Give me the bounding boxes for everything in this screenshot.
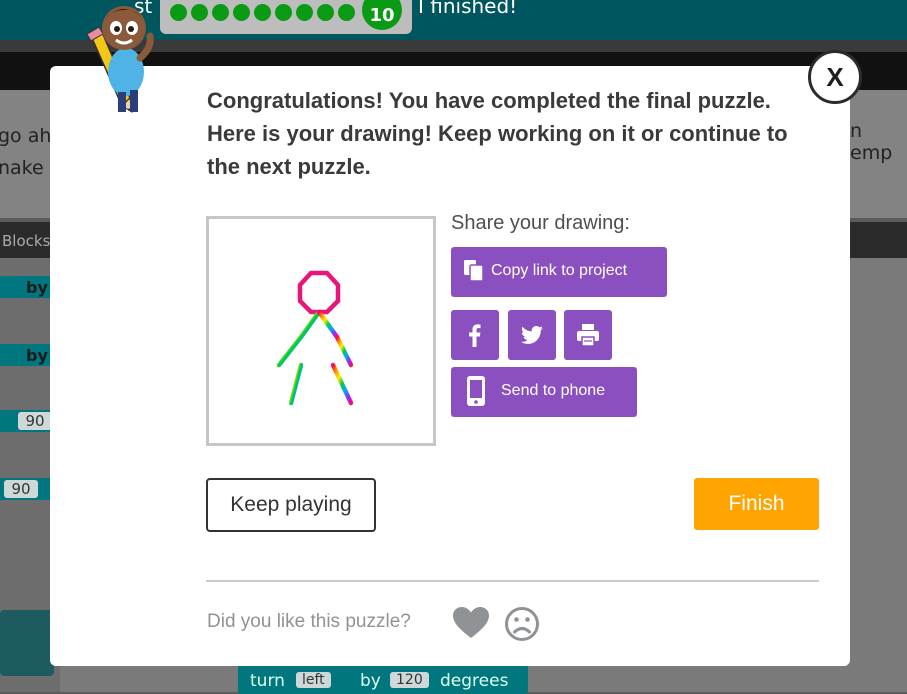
close-button[interactable]: X <box>808 50 862 104</box>
block-unit-label: degrees <box>440 671 509 691</box>
divider <box>206 580 819 582</box>
print-icon <box>577 324 599 347</box>
feedback-question: Did you like this puzzle? <box>207 611 411 632</box>
block-by-label: by <box>26 278 48 297</box>
block-turn-label: turn <box>250 671 285 691</box>
block-number[interactable]: 90 <box>18 412 52 430</box>
copy-link-button[interactable]: Copy link to project <box>451 247 667 297</box>
keep-playing-button[interactable]: Keep playing <box>206 478 376 532</box>
facebook-icon <box>469 324 481 347</box>
progress-dot[interactable] <box>338 4 355 21</box>
character-thumbnail <box>0 610 54 676</box>
finish-button[interactable]: Finish <box>694 478 819 530</box>
progress-dot[interactable] <box>233 4 250 21</box>
twitter-share-button[interactable] <box>508 310 556 360</box>
progress-dot[interactable] <box>212 4 229 21</box>
heart-icon[interactable] <box>452 606 490 640</box>
block-number[interactable]: 90 <box>4 480 38 498</box>
pencil-mascot-icon <box>86 6 154 113</box>
copy-icon <box>464 260 484 282</box>
phone-icon <box>467 376 485 406</box>
progress-dot[interactable] <box>296 4 313 21</box>
turn-block[interactable]: turn left by 120 degrees <box>238 664 528 694</box>
frown-icon[interactable] <box>504 606 540 642</box>
share-label: Share your drawing: <box>451 212 630 234</box>
degrees-input[interactable]: 120 <box>390 672 429 688</box>
send-to-phone-button[interactable]: Send to phone <box>451 367 637 417</box>
instructions-text-right: n emp <box>850 120 893 164</box>
direction-dropdown[interactable]: left <box>296 672 331 688</box>
finished-link[interactable]: I finished! <box>418 0 517 18</box>
progress-dot[interactable] <box>191 4 208 21</box>
print-button[interactable] <box>564 310 612 360</box>
progress-dot[interactable] <box>317 4 334 21</box>
drawing-preview <box>206 216 436 446</box>
toolbox-header-label: Blocks <box>2 232 51 250</box>
block-by-label: by <box>360 671 381 691</box>
completion-message: Congratulations! You have completed the … <box>207 88 788 179</box>
facebook-share-button[interactable] <box>451 310 499 360</box>
block-by-label: by <box>26 346 48 365</box>
twitter-icon <box>521 326 543 344</box>
send-to-phone-label: Send to phone <box>501 382 606 399</box>
progress-dot[interactable] <box>254 4 271 21</box>
progress-dot[interactable] <box>275 4 292 21</box>
stick-figure-drawing <box>272 270 366 406</box>
copy-link-label: Copy link to project <box>491 262 628 279</box>
progress-dot[interactable] <box>170 4 187 21</box>
